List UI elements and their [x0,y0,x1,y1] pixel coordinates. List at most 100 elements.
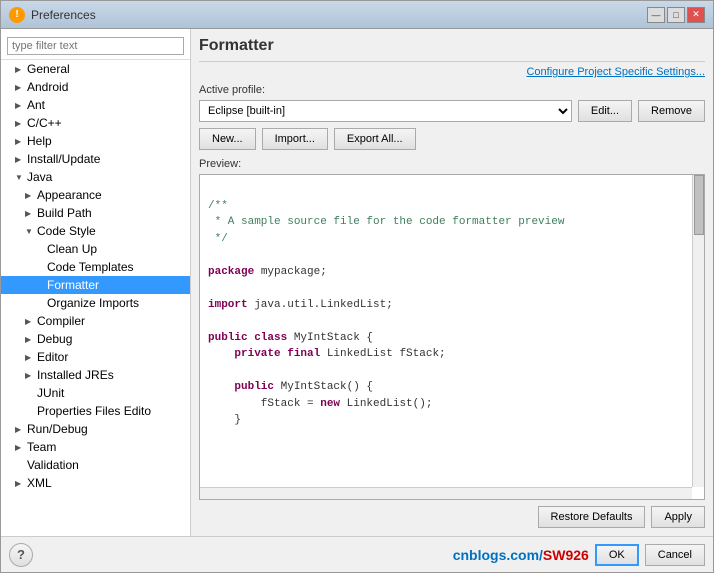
sidebar-item-label: Team [27,440,56,454]
edit-button[interactable]: Edit... [578,100,632,122]
sidebar-item-java[interactable]: ▼ Java [1,168,190,186]
sidebar-item-install-update[interactable]: ▶ Install/Update [1,150,190,168]
remove-button[interactable]: Remove [638,100,705,122]
sidebar-item-formatter[interactable]: Formatter [1,276,190,294]
expand-arrow: ▶ [15,425,25,434]
sidebar-item-label: Android [27,80,68,94]
profile-select[interactable]: Eclipse [built-in] [199,100,572,122]
sidebar-item-label: Editor [37,350,68,364]
sidebar-item-label: Help [27,134,52,148]
sidebar-item-debug[interactable]: ▶ Debug [1,330,190,348]
sidebar-item-team[interactable]: ▶ Team [1,438,190,456]
sidebar-item-general[interactable]: ▶ General [1,60,190,78]
sidebar-item-label: XML [27,476,52,490]
sidebar-item-code-style[interactable]: ▼ Code Style [1,222,190,240]
expand-arrow: ▶ [15,443,25,452]
profile-row: Eclipse [built-in] Edit... Remove [199,100,705,122]
sidebar: ▶ General ▶ Android ▶ Ant ▶ C/C++ ▶ Help… [1,29,191,536]
active-profile-label: Active profile: [199,84,705,96]
sidebar-item-label: Organize Imports [47,296,139,310]
sidebar-item-label: General [27,62,70,76]
sidebar-item-clean-up[interactable]: Clean Up [1,240,190,258]
sidebar-item-label: Debug [37,332,72,346]
expand-arrow: ▶ [15,65,25,74]
expand-arrow: ▶ [25,317,35,326]
sidebar-item-validation[interactable]: Validation [1,456,190,474]
sidebar-item-label: Java [27,170,52,184]
expand-arrow: ▶ [15,155,25,164]
window-controls: — □ ✕ [647,7,705,23]
maximize-button[interactable]: □ [667,7,685,23]
sidebar-item-junit[interactable]: JUnit [1,384,190,402]
expand-arrow: ▶ [15,101,25,110]
sidebar-item-label: C/C++ [27,116,62,130]
expand-arrow: ▶ [25,191,35,200]
right-panel: Formatter Configure Project Specific Set… [191,29,713,536]
sidebar-item-appearance[interactable]: ▶ Appearance [1,186,190,204]
close-button[interactable]: ✕ [687,7,705,23]
preview-label: Preview: [199,158,705,170]
horizontal-scrollbar[interactable] [200,487,692,499]
footer: ? cnblogs.com/SW926 OK Cancel [1,536,713,572]
scrollbar-thumb [694,175,704,235]
expand-arrow: ▶ [25,353,35,362]
sidebar-item-cpp[interactable]: ▶ C/C++ [1,114,190,132]
vertical-scrollbar[interactable] [692,175,704,487]
action-buttons: New... Import... Export All... [199,128,705,150]
new-button[interactable]: New... [199,128,256,150]
expand-arrow: ▼ [15,173,25,182]
watermark: cnblogs.com/SW926 [453,547,589,563]
sidebar-item-xml[interactable]: ▶ XML [1,474,190,492]
sidebar-item-label: Installed JREs [37,368,114,382]
footer-right: cnblogs.com/SW926 OK Cancel [453,544,705,566]
preferences-window: ! Preferences — □ ✕ ▶ General ▶ Android [0,0,714,573]
sidebar-item-label: Validation [27,458,79,472]
sidebar-item-label: Code Templates [47,260,134,274]
cancel-button[interactable]: Cancel [645,544,705,566]
main-content: ▶ General ▶ Android ▶ Ant ▶ C/C++ ▶ Help… [1,29,713,536]
expand-arrow: ▶ [15,137,25,146]
sidebar-item-label: Run/Debug [27,422,88,436]
expand-arrow: ▶ [15,479,25,488]
sidebar-item-code-templates[interactable]: Code Templates [1,258,190,276]
sidebar-item-build-path[interactable]: ▶ Build Path [1,204,190,222]
expand-arrow: ▶ [15,119,25,128]
footer-left: ? [9,543,33,567]
filter-input[interactable] [7,37,184,55]
sidebar-item-label: Install/Update [27,152,100,166]
expand-arrow: ▶ [25,371,35,380]
restore-defaults-button[interactable]: Restore Defaults [538,506,646,528]
sidebar-item-compiler[interactable]: ▶ Compiler [1,312,190,330]
expand-arrow: ▶ [25,209,35,218]
sidebar-item-run-debug[interactable]: ▶ Run/Debug [1,420,190,438]
sidebar-item-label: Appearance [37,188,102,202]
code-preview: /** * A sample source file for the code … [200,175,704,451]
minimize-button[interactable]: — [647,7,665,23]
apply-button[interactable]: Apply [651,506,705,528]
sidebar-item-editor[interactable]: ▶ Editor [1,348,190,366]
sidebar-item-properties-files[interactable]: Properties Files Edito [1,402,190,420]
sidebar-item-label: Clean Up [47,242,97,256]
sidebar-item-android[interactable]: ▶ Android [1,78,190,96]
sidebar-item-ant[interactable]: ▶ Ant [1,96,190,114]
export-button[interactable]: Export All... [334,128,416,150]
title-bar-left: ! Preferences [9,7,96,23]
help-button[interactable]: ? [9,543,33,567]
sidebar-item-label: Build Path [37,206,92,220]
title-bar: ! Preferences — □ ✕ [1,1,713,29]
sidebar-item-installed-jres[interactable]: ▶ Installed JREs [1,366,190,384]
sidebar-item-organize-imports[interactable]: Organize Imports [1,294,190,312]
filter-box [1,33,190,60]
sidebar-item-label: JUnit [37,386,64,400]
sidebar-item-label: Compiler [37,314,85,328]
configure-link[interactable]: Configure Project Specific Settings... [199,66,705,78]
expand-arrow: ▶ [25,335,35,344]
sidebar-item-help[interactable]: ▶ Help [1,132,190,150]
panel-title: Formatter [199,37,705,62]
sidebar-item-label: Formatter [47,278,99,292]
app-icon: ! [9,7,25,23]
import-button[interactable]: Import... [262,128,328,150]
expand-arrow: ▼ [25,227,35,236]
ok-button[interactable]: OK [595,544,639,566]
bottom-buttons: Restore Defaults Apply [199,506,705,528]
